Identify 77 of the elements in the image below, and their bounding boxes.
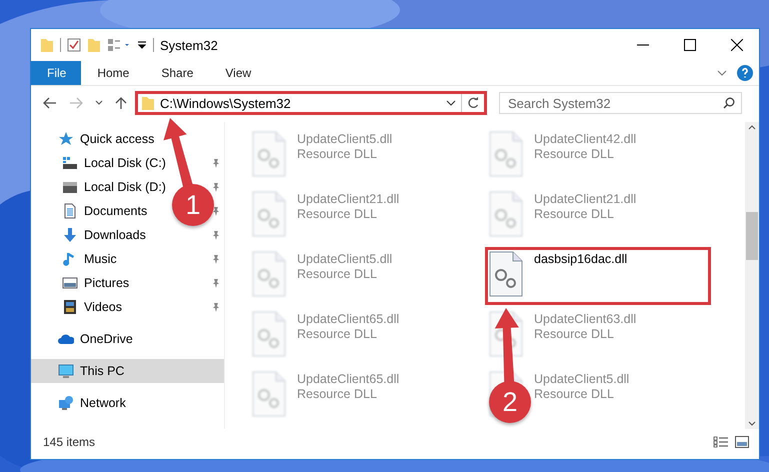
ribbon-tab[interactable]: Home: [81, 61, 146, 85]
file-name: UpdateClient5.dll: [534, 372, 630, 386]
scrollbar-thumb[interactable]: [746, 212, 758, 260]
sidebar-item[interactable]: Videos: [31, 295, 126, 319]
scrollbar[interactable]: [745, 122, 759, 429]
search-field[interactable]: Search System32: [499, 92, 742, 114]
folder-icon: [141, 95, 155, 111]
details-view-icon[interactable]: [713, 436, 729, 448]
help-icon[interactable]: [737, 65, 753, 81]
sidebar-item[interactable]: Downloads: [31, 223, 150, 247]
window-title: System32: [160, 38, 218, 52]
file-gear-icon: [252, 131, 286, 177]
close-icon[interactable]: [731, 39, 743, 51]
callout-arrow: [164, 118, 194, 189]
picture-icon: [62, 275, 78, 291]
scroll-up-icon[interactable]: [748, 125, 756, 130]
sidebar-item[interactable]: Music: [31, 247, 121, 271]
sidebar-item[interactable]: Pictures: [31, 271, 134, 295]
sidebar-item[interactable]: This PC: [31, 359, 224, 383]
file-name: dasbsip16dac.dll: [534, 252, 628, 266]
file-gear-icon: [489, 131, 523, 177]
file-item[interactable]: dasbsip16dac.dll: [485, 247, 711, 305]
file-type: Resource DLL: [534, 387, 615, 401]
refresh-icon[interactable]: [467, 97, 479, 109]
file-type: Resource DLL: [297, 147, 378, 161]
scroll-down-icon[interactable]: [748, 421, 756, 426]
down-arrow-icon: [62, 227, 78, 243]
search-icon: [723, 97, 735, 109]
up-icon[interactable]: [115, 96, 127, 110]
file-type: Resource DLL: [534, 147, 615, 161]
film-icon: [62, 299, 78, 315]
view-options-icon[interactable]: [107, 38, 131, 52]
sidebar-item[interactable]: Documents: [31, 199, 152, 223]
file-gear-icon: [489, 191, 523, 237]
sidebar-item[interactable]: OneDrive: [31, 327, 137, 351]
expand-ribbon-icon[interactable]: [717, 70, 727, 76]
item-count: 145 items: [43, 435, 96, 449]
file-type: Resource DLL: [534, 327, 615, 341]
properties-icon[interactable]: [67, 38, 81, 52]
file-name: UpdateClient5.dll: [297, 252, 392, 266]
back-icon[interactable]: [43, 97, 57, 109]
sidebar-item[interactable]: Local Disk (C:): [31, 151, 170, 175]
large-icons-view-icon[interactable]: [735, 436, 749, 448]
ribbon-tab[interactable]: View: [209, 61, 268, 85]
star-icon: [58, 131, 74, 147]
sidebar-item[interactable]: Network: [31, 391, 130, 415]
customize-caret-icon[interactable]: [137, 40, 147, 50]
file-gear-icon: [252, 311, 286, 357]
file-name: UpdateClient65.dll: [297, 312, 400, 326]
file-name: UpdateClient21.dll: [297, 192, 400, 206]
file-name: UpdateClient42.dll: [534, 132, 636, 146]
file-menu-button[interactable]: File: [31, 61, 82, 85]
document-icon: [62, 203, 78, 219]
file-name: UpdateClient21.dll: [534, 192, 636, 206]
file-gear-icon: [252, 251, 286, 297]
file-name: UpdateClient5.dll: [297, 132, 392, 146]
network-icon: [58, 395, 74, 411]
file-name: UpdateClient63.dll: [534, 312, 636, 326]
sidebar-item[interactable]: Quick access: [31, 127, 158, 151]
dropdown-caret-icon[interactable]: [446, 100, 456, 106]
file-type: Resource DLL: [297, 387, 378, 401]
maximize-icon[interactable]: [684, 39, 696, 51]
file-type: Resource DLL: [297, 207, 378, 221]
sidebar-item[interactable]: Local Disk (D:): [31, 175, 170, 199]
monitor-icon: [58, 363, 74, 379]
recent-caret-icon[interactable]: [95, 100, 103, 106]
file-type: Resource DLL: [297, 327, 378, 341]
file-type: Resource DLL: [534, 207, 615, 221]
file-gear-icon: [252, 371, 286, 417]
file-name: UpdateClient65.dll: [297, 372, 400, 386]
ribbon-tab[interactable]: Share: [145, 61, 210, 85]
file-gear-icon: [489, 251, 523, 297]
address-bar[interactable]: C:\Windows\System32: [135, 91, 487, 115]
file-gear-icon: [252, 191, 286, 237]
drive-icon: [62, 155, 78, 171]
drive-icon: [62, 179, 78, 195]
file-type: Resource DLL: [297, 267, 378, 281]
